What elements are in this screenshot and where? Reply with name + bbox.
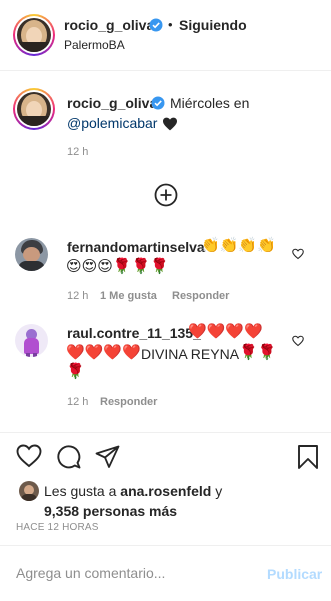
caption-avatar[interactable] — [13, 88, 55, 130]
comment-2-username[interactable]: raul.contre_11_135_ — [67, 325, 201, 341]
author-avatar[interactable] — [13, 14, 55, 56]
comment-1-time: 12 h — [67, 290, 89, 302]
comment-1-like-heart-icon[interactable] — [292, 248, 304, 260]
comment-button[interactable] — [56, 444, 81, 469]
post-header: rocio_g_oliva • Siguiendo PalermoBA — [0, 0, 331, 70]
comment-2-emoji-line2: ❤️❤️❤️❤️ — [66, 343, 141, 361]
comment-1-reply-button[interactable]: Responder — [172, 290, 229, 302]
comment-2-time: 12 h — [67, 396, 89, 408]
caption-black-heart-icon — [162, 117, 178, 131]
verified-badge-icon — [149, 18, 163, 32]
likes-prefix: Les gusta a — [44, 483, 117, 499]
likes-summary: Les gusta a ana.rosenfeld y 9,358 person… — [44, 481, 324, 521]
liker-avatar[interactable] — [19, 481, 39, 501]
liker-username-link[interactable]: ana.rosenfeld — [120, 483, 211, 499]
caption-time: 12 h — [67, 146, 89, 158]
add-comment-input[interactable] — [16, 562, 246, 584]
caption-verified-badge-icon — [151, 96, 165, 110]
location-link[interactable]: PalermoBA — [64, 38, 125, 52]
header-separator: • — [168, 17, 173, 32]
caption-text: Miércoles en — [170, 95, 250, 111]
actions-divider — [0, 432, 331, 433]
comment-2-emoji-line3: 🌹 — [66, 362, 85, 380]
comment-2-rose-emoji: 🌹🌹 — [239, 343, 277, 361]
following-button[interactable]: Siguiendo — [179, 17, 247, 33]
comment-box-divider — [0, 545, 331, 546]
author-username[interactable]: rocio_g_oliva — [64, 17, 154, 33]
publish-button[interactable]: Publicar — [267, 566, 322, 582]
comment-1-avatar[interactable] — [15, 238, 48, 271]
load-more-comments-button[interactable] — [154, 183, 178, 207]
comment-1-emoji-line2: 😍😍😍🌹🌹🌹 — [66, 257, 169, 275]
comment-2-emoji-line1: ❤️❤️❤️❤️ — [188, 322, 263, 340]
caption-username[interactable]: rocio_g_oliva — [67, 95, 157, 111]
comment-2-avatar[interactable] — [15, 324, 48, 357]
comment-1-likes-link[interactable]: 1 Me gusta — [100, 290, 157, 302]
paper-plane-icon — [95, 445, 120, 468]
comment-1-emoji-line1: 👏👏👏👏 — [201, 236, 276, 254]
caption-mention-link[interactable]: @polemicabar — [67, 115, 157, 131]
comment-2-text: DIVINA REYNA — [141, 346, 240, 362]
likes-count-link[interactable]: 9,358 personas más — [44, 503, 177, 519]
comment-2-reply-button[interactable]: Responder — [100, 396, 157, 408]
comment-icon — [57, 445, 81, 469]
post-timestamp: HACE 12 HORAS — [16, 522, 99, 533]
heart-icon — [16, 444, 42, 468]
header-divider — [0, 70, 331, 71]
likes-conjunction: y — [215, 483, 223, 499]
like-button[interactable] — [16, 444, 42, 468]
comment-1-username[interactable]: fernandomartinselva — [67, 239, 205, 255]
plus-circle-icon — [154, 183, 178, 207]
save-button[interactable] — [297, 444, 319, 470]
bookmark-icon — [298, 445, 318, 469]
share-button[interactable] — [95, 445, 120, 469]
comment-2-like-heart-icon[interactable] — [292, 335, 304, 347]
